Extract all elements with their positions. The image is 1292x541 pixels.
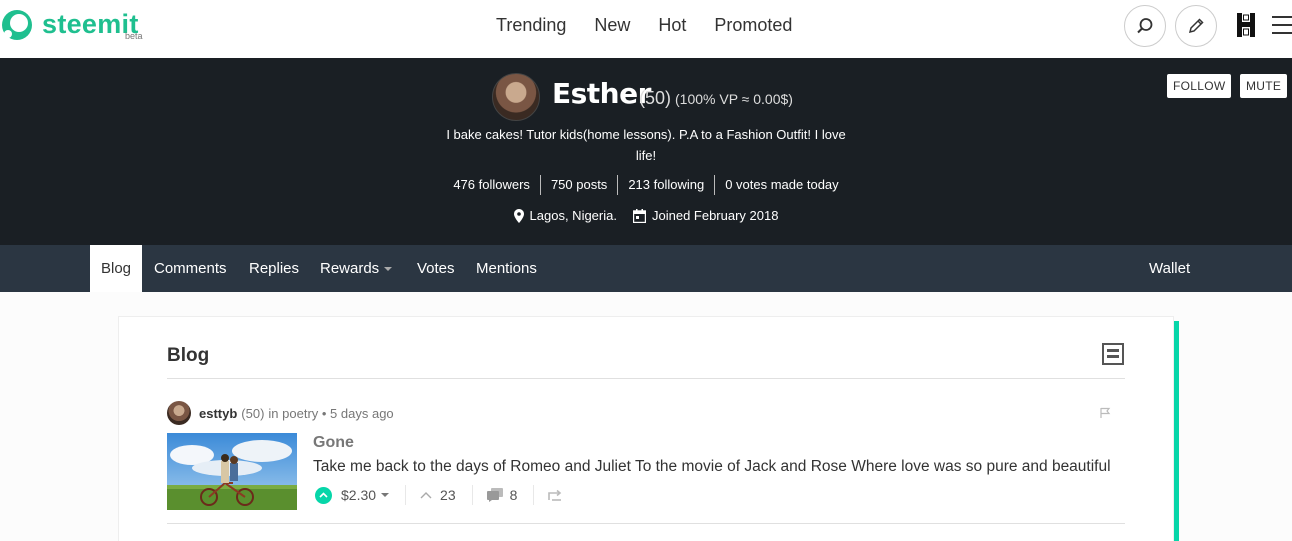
- divider: [167, 378, 1125, 379]
- profile-reputation: (50): [639, 88, 672, 108]
- author-reputation: (50): [241, 405, 265, 421]
- search-icon: [1137, 18, 1153, 34]
- vote-count[interactable]: 23: [440, 487, 456, 503]
- tab-blog[interactable]: Blog: [90, 245, 143, 292]
- following-count[interactable]: 213 following: [618, 175, 716, 195]
- votes-chevron-icon: [420, 492, 432, 499]
- chevron-down-icon: [384, 267, 393, 272]
- mute-button[interactable]: MUTE: [1240, 74, 1288, 98]
- tab-votes[interactable]: Votes: [417, 245, 455, 292]
- flag-icon[interactable]: [1099, 407, 1111, 419]
- steemit-logo-icon: [2, 10, 32, 40]
- location-text: Lagos, Nigeria.: [529, 208, 617, 223]
- steemit-logo[interactable]: steemit: [0, 8, 139, 42]
- payout-dropdown-icon[interactable]: [381, 493, 390, 497]
- avatar: [492, 73, 540, 121]
- search-button[interactable]: [1124, 5, 1166, 47]
- section-title: Blog: [167, 345, 210, 366]
- tab-mentions[interactable]: Mentions: [476, 245, 537, 292]
- post-thumbnail[interactable]: [167, 433, 297, 510]
- calendar-icon: [632, 208, 646, 223]
- menu-icon[interactable]: [1272, 16, 1292, 34]
- location-pin-icon: [513, 208, 524, 223]
- profile-banner: Esther (50) (100% VP ≈ 0.00$) I bake cak…: [0, 58, 1292, 245]
- blog-card: Blog esttyb (50) in poetry • 5 days ago: [118, 316, 1174, 541]
- upvote-button[interactable]: [315, 486, 332, 504]
- nav-trending[interactable]: Trending: [496, 15, 566, 36]
- nav-hot[interactable]: Hot: [658, 15, 686, 36]
- post-footer: $2.30 23 8: [315, 485, 592, 505]
- comments-group: 8: [486, 485, 535, 505]
- hive-logo-icon[interactable]: [1236, 13, 1256, 37]
- reblog-icon[interactable]: [548, 489, 562, 501]
- posts-count: 750 posts: [541, 175, 619, 195]
- votes-today: 0 votes made today: [725, 177, 839, 192]
- pencil-icon: [1188, 18, 1204, 34]
- profile-stats: 476 followers 750 posts 213 following 0 …: [0, 175, 1292, 195]
- post-title[interactable]: Gone: [313, 434, 354, 452]
- accent-bar: [1174, 321, 1179, 541]
- tab-wallet[interactable]: Wallet: [1149, 245, 1190, 292]
- layout-toggle-icon[interactable]: [1102, 343, 1124, 365]
- main-nav: Trending New Hot Promoted: [496, 15, 820, 36]
- post-author-line: esttyb (50) in poetry • 5 days ago: [167, 401, 394, 425]
- votes-group: 23: [420, 485, 473, 505]
- profile-voting-power: (100% VP ≈ 0.00$): [675, 91, 793, 107]
- tab-comments[interactable]: Comments: [154, 245, 227, 292]
- profile-name: Esther: [552, 77, 651, 110]
- profile-meta: Lagos, Nigeria. Joined February 2018: [0, 208, 1292, 223]
- comments-icon: [486, 488, 503, 502]
- profile-bio: I bake cakes! Tutor kids(home lessons). …: [446, 127, 846, 163]
- tab-replies[interactable]: Replies: [249, 245, 299, 292]
- author-name[interactable]: esttyb: [199, 406, 237, 421]
- payout-amount[interactable]: $2.30: [341, 487, 376, 503]
- post-divider: [167, 523, 1125, 524]
- author-avatar[interactable]: [167, 401, 191, 425]
- nav-promoted[interactable]: Promoted: [714, 15, 792, 36]
- tab-rewards[interactable]: Rewards: [320, 245, 393, 292]
- post-excerpt[interactable]: Take me back to the days of Romeo and Ju…: [313, 458, 1125, 476]
- joined: Joined February 2018: [632, 208, 779, 223]
- nav-new[interactable]: New: [594, 15, 630, 36]
- followers-count[interactable]: 476 followers: [443, 175, 541, 195]
- top-header: steemit beta Trending New Hot Promoted: [0, 0, 1292, 58]
- payout-group: $2.30: [315, 485, 407, 505]
- post-category-time: in poetry • 5 days ago: [268, 405, 394, 421]
- comment-count[interactable]: 8: [510, 487, 518, 503]
- profile-tabs: Blog Comments Replies Rewards Votes Ment…: [0, 245, 1292, 292]
- chevron-up-icon: [319, 492, 328, 498]
- submit-story-button[interactable]: [1175, 5, 1217, 47]
- logo-beta-label: beta: [125, 31, 143, 41]
- location: Lagos, Nigeria.: [513, 208, 617, 223]
- tab-rewards-label: Rewards: [320, 260, 380, 277]
- reblog-group: [548, 485, 578, 505]
- joined-text: Joined February 2018: [651, 208, 779, 223]
- follow-button[interactable]: FOLLOW: [1167, 74, 1232, 98]
